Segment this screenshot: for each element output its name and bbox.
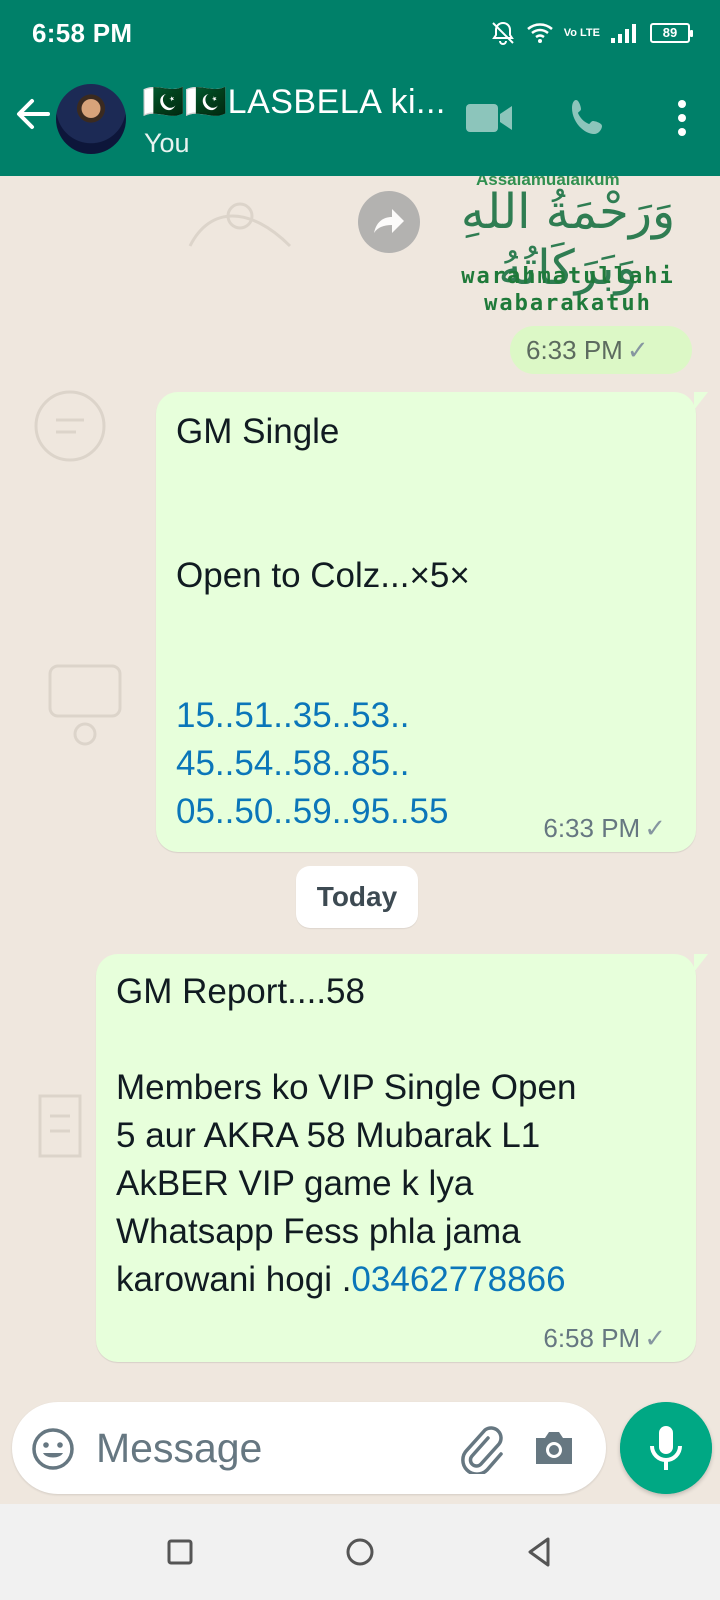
message-time: 6:33 PM <box>543 813 641 843</box>
forward-icon[interactable] <box>358 191 420 253</box>
message-time-row: 6:58 PM ✓ <box>543 1323 666 1354</box>
message-input[interactable] <box>96 1418 436 1478</box>
number-line: 15..51..35..53.. <box>176 696 410 735</box>
recents-icon[interactable] <box>156 1528 204 1576</box>
date-divider: Today <box>296 866 418 928</box>
number-line: 45..54..58..85.. <box>176 744 410 783</box>
chat-title[interactable]: 🇵🇰🇵🇰LASBELA ki... <box>142 82 452 122</box>
avatar[interactable] <box>56 84 126 154</box>
message-composer <box>12 1402 606 1494</box>
wallpaper-doodle-icon <box>38 1094 82 1158</box>
emoji-icon[interactable] <box>30 1426 76 1472</box>
message-line: Open to Colz...×5× <box>176 556 470 595</box>
status-bar: 6:58 PM Vo LTE 89 <box>0 0 720 62</box>
system-nav-bar <box>0 1504 720 1600</box>
status-icons: Vo LTE 89 <box>490 20 693 46</box>
sent-check-icon: ✓ <box>644 813 666 843</box>
chat-header: 🇵🇰🇵🇰LASBELA ki... You <box>0 62 720 176</box>
attach-icon[interactable] <box>458 1424 504 1474</box>
back-nav-icon[interactable] <box>516 1528 564 1576</box>
number-line: 05..50..59..95..55 <box>176 792 449 831</box>
back-arrow-icon[interactable] <box>12 92 56 136</box>
camera-icon[interactable] <box>532 1426 576 1470</box>
video-call-icon[interactable] <box>464 96 516 140</box>
sent-check-icon: ✓ <box>644 1323 666 1353</box>
chat-subtitle[interactable]: You <box>144 128 190 159</box>
wallpaper-doodle-icon <box>34 390 106 462</box>
message-time-row: 6:33 PM ✓ <box>543 813 666 844</box>
message-line: GM Single <box>176 412 340 451</box>
status-time: 6:58 PM <box>32 18 133 48</box>
wallpaper-doodle-icon <box>48 664 122 746</box>
more-options-icon[interactable] <box>672 96 692 140</box>
battery-icon: 89 <box>650 23 693 43</box>
signal-icon <box>611 24 636 43</box>
mic-icon[interactable] <box>620 1402 712 1494</box>
volte-indicator: Vo LTE <box>563 27 600 39</box>
message-line: GM Report....58 <box>116 972 365 1011</box>
sticker-line2: wabarakatuh <box>484 291 652 316</box>
sent-check-icon: ✓ <box>626 335 649 365</box>
voice-call-icon[interactable] <box>562 96 614 140</box>
mute-bell-icon <box>491 21 514 45</box>
sticker-line1: warahmatullahi <box>461 264 675 289</box>
message-time: 6:58 PM <box>543 1323 641 1353</box>
message-bubble[interactable]: GM Single Open to Colz...×5× 15..51..35.… <box>156 392 708 852</box>
wallpaper-doodle-icon <box>188 202 292 248</box>
greeting-sticker[interactable]: Assalamualaikum وَرَحْمَةُ اللهِ وَبَرَك… <box>446 176 690 320</box>
wifi-icon <box>526 23 553 43</box>
phone-link[interactable]: 03462778866 <box>351 1260 565 1299</box>
home-icon[interactable] <box>336 1528 384 1576</box>
message-time: 6:33 PM <box>526 335 623 365</box>
message-bubble[interactable]: GM Report....58 Members ko VIP Single Op… <box>96 954 708 1362</box>
sticker-time: 6:33 PM ✓ <box>510 326 692 374</box>
chat-area[interactable]: Assalamualaikum وَرَحْمَةُ اللهِ وَبَرَك… <box>0 176 720 1380</box>
message-body: Members ko VIP Single Open 5 aur AKRA 58… <box>116 1064 576 1304</box>
